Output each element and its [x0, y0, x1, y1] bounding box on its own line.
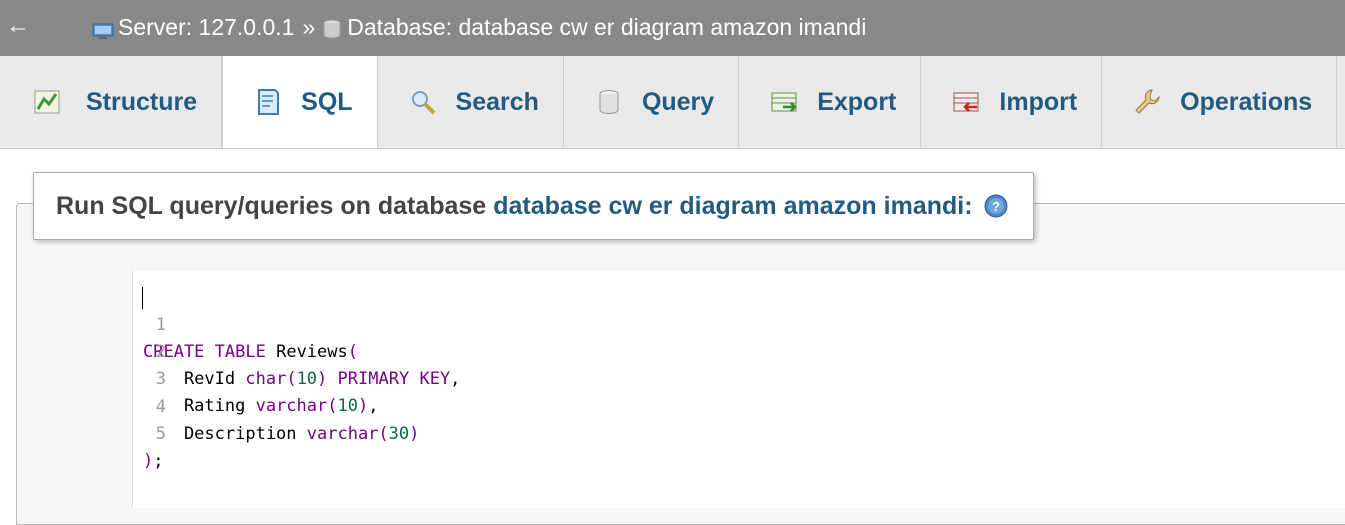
code-text: RevId char(10) PRIMARY KEY,: [143, 369, 461, 389]
breadcrumb-server[interactable]: Server: 127.0.0.1: [118, 13, 294, 41]
tab-structure[interactable]: Structure: [0, 56, 223, 148]
code-text: Rating varchar(10),: [143, 396, 379, 416]
tab-label: Search: [455, 87, 539, 116]
tab-label: SQL: [301, 87, 353, 116]
structure-icon: [32, 87, 62, 117]
back-arrow-icon[interactable]: ←: [6, 14, 30, 38]
export-icon: [769, 87, 799, 117]
tab-label: Query: [641, 87, 715, 116]
tab-import[interactable]: Import: [921, 56, 1103, 148]
tab-query[interactable]: Query: [564, 56, 740, 148]
panel-title-prefix: Run SQL query/queries on database: [56, 191, 487, 220]
breadcrumb-separator: »: [302, 14, 316, 40]
wrench-icon: [1132, 87, 1162, 117]
breadcrumb-bar: ← Server: 127.0.0.1 » Database: database…: [0, 0, 1345, 56]
tab-label: Import: [999, 87, 1078, 116]
help-icon[interactable]: ?: [983, 193, 1009, 219]
line-number: 2: [155, 342, 166, 362]
line-number: 3: [155, 369, 166, 389]
sql-icon: [253, 87, 283, 117]
line-number: 5: [155, 424, 166, 444]
query-icon: [594, 87, 624, 117]
tab-sql[interactable]: SQL: [222, 56, 378, 148]
code-line: 2 RevId char(10) PRIMARY KEY,: [33, 312, 461, 389]
code-line: 1 CREATE TABLE Reviews(: [33, 285, 358, 362]
tab-operations[interactable]: Operations: [1102, 56, 1338, 148]
import-icon: [951, 87, 981, 117]
line-number: 4: [155, 397, 166, 417]
code-line: 5 );: [33, 394, 166, 471]
sql-editor[interactable]: 1 CREATE TABLE Reviews( 2 RevId char(10)…: [33, 271, 1345, 508]
tab-bar: Structure SQL Search Query Export Import: [0, 56, 1345, 149]
code-text: CREATE TABLE Reviews(: [143, 342, 358, 362]
line-number: 1: [155, 315, 166, 335]
search-icon: [408, 87, 438, 117]
panel-title: Run SQL query/queries on database databa…: [33, 172, 1034, 240]
code-line: 4 Description varchar(30): [33, 367, 420, 444]
server-icon: [92, 18, 114, 39]
svg-text:?: ?: [992, 199, 1000, 214]
code-text: Description varchar(30): [143, 424, 420, 444]
text-cursor: [142, 287, 143, 309]
code-text: );: [143, 451, 164, 471]
tab-export[interactable]: Export: [739, 56, 922, 148]
database-icon: [323, 17, 341, 39]
tab-label: Operations: [1180, 87, 1313, 116]
tab-search[interactable]: Search: [378, 56, 564, 148]
breadcrumb-database[interactable]: Database: database cw er diagram amazon …: [347, 13, 866, 41]
code-line: 3 Rating varchar(10),: [33, 339, 379, 416]
tab-label: Structure: [86, 87, 198, 116]
breadcrumb: Server: 127.0.0.1 » Database: database c…: [92, 13, 866, 41]
panel-title-database[interactable]: database cw er diagram amazon imandi:: [493, 192, 972, 221]
tab-label: Export: [817, 87, 897, 116]
